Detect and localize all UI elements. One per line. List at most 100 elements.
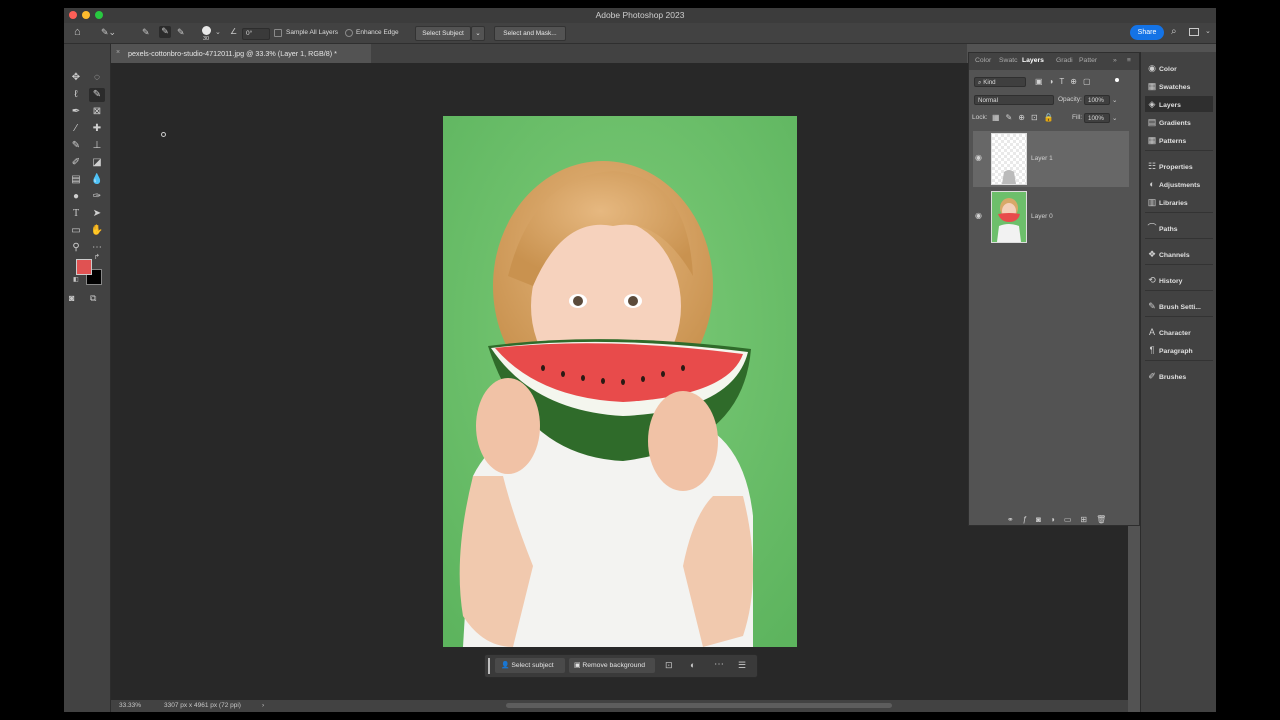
dock-item-layers[interactable]: ◈ Layers: [1145, 96, 1213, 112]
swap-colors-icon[interactable]: ↱: [94, 253, 100, 261]
fill-field[interactable]: 100%: [1084, 113, 1110, 123]
opacity-field[interactable]: 100%: [1084, 95, 1110, 105]
subtract-selection-brush-icon[interactable]: ✎: [177, 27, 185, 38]
zoom-level[interactable]: 33.33%: [119, 702, 141, 709]
foreground-color-swatch[interactable]: [76, 259, 92, 275]
share-button[interactable]: Share: [1130, 25, 1164, 40]
rectangle-tool-icon[interactable]: ▭: [68, 224, 84, 238]
spot-healing-tool-icon[interactable]: ✚: [89, 122, 105, 136]
status-chevron-icon[interactable]: ›: [262, 702, 264, 709]
filter-toggle-icon[interactable]: [1115, 78, 1119, 82]
dock-item-character[interactable]: A Character: [1145, 324, 1213, 340]
brush-tool-icon[interactable]: ✎: [68, 139, 84, 153]
dodge-tool-icon[interactable]: ●: [68, 190, 84, 204]
clone-stamp-tool-icon[interactable]: ⊥: [89, 139, 105, 153]
dock-item-libraries[interactable]: ▥ Libraries: [1145, 194, 1213, 210]
layer-1-name[interactable]: Layer 1: [1031, 155, 1053, 162]
workspace-icon[interactable]: [1189, 28, 1199, 36]
tab-swatches[interactable]: Swatc: [999, 57, 1018, 64]
remove-background-label: Remove background: [582, 662, 646, 669]
layer-actions-icons[interactable]: ⚭ƒ◙◑▭⊞🗑: [1007, 515, 1115, 524]
type-tool-icon[interactable]: T: [68, 207, 84, 221]
fill-chevron-icon[interactable]: ⌄: [1112, 114, 1117, 122]
zoom-tool-icon[interactable]: ⚲: [68, 241, 84, 255]
layer-0-thumbnail: [991, 191, 1027, 243]
more-options-icon[interactable]: ⋯: [714, 659, 724, 670]
dock-item-brush-settings[interactable]: ✎ Brush Setti...: [1145, 298, 1213, 314]
move-tool-icon[interactable]: ✥: [68, 71, 84, 85]
add-to-selection-brush-icon[interactable]: ✎: [159, 26, 171, 38]
new-selection-brush-icon[interactable]: ✎: [142, 27, 150, 38]
select-subject-dropdown[interactable]: ⌄: [471, 26, 485, 41]
screen-mode-icon[interactable]: ⧉: [90, 293, 96, 304]
elliptical-marquee-tool-icon[interactable]: ◌: [89, 71, 105, 85]
remove-background-button[interactable]: ▣ Remove background: [569, 658, 655, 673]
dock-item-gradients[interactable]: ▤ Gradients: [1145, 114, 1213, 130]
gradient-tool-icon[interactable]: ▤: [68, 173, 84, 187]
tab-gradients[interactable]: Gradi: [1056, 57, 1073, 64]
panel-dock: ◉ Color ▦ Swatches ◈ Layers ▤ Gradients ▦ Pat…: [1140, 52, 1216, 712]
brush-tip-icon[interactable]: [202, 26, 211, 35]
search-icon[interactable]: ⌕: [1171, 26, 1177, 37]
dock-item-brushes[interactable]: ✐ Brushes: [1145, 368, 1213, 384]
layer-filter-icons[interactable]: ▣◑T⊕▢: [1035, 77, 1097, 86]
home-icon[interactable]: ⌂: [74, 26, 81, 38]
document-tab[interactable]: × pexels-cottonbro-studio-4712011.jpg @ …: [111, 44, 371, 63]
default-colors-icon[interactable]: ◧: [73, 276, 79, 283]
layer-0-name[interactable]: Layer 0: [1031, 213, 1053, 220]
select-subject-button[interactable]: Select Subject: [415, 26, 471, 41]
frame-tool-icon[interactable]: ⊠: [89, 105, 105, 119]
tab-patterns[interactable]: Patter: [1079, 57, 1097, 64]
image-adjust-icon[interactable]: ⊡: [665, 660, 673, 671]
eyedropper-tool-icon[interactable]: ⁄: [68, 122, 84, 136]
layers-icon: ◈: [1148, 99, 1156, 109]
layer-row-layer-1[interactable]: ◉ Layer 1: [973, 131, 1129, 187]
color-wheel-icon: ◉: [1148, 63, 1156, 73]
select-and-mask-button[interactable]: Select and Mask...: [494, 26, 566, 41]
layer-row-layer-0[interactable]: ◉ Layer 0: [973, 189, 1129, 245]
angle-field[interactable]: 0°: [242, 28, 270, 40]
lasso-tool-icon[interactable]: ℓ: [68, 88, 84, 102]
dock-item-channels[interactable]: ❖ Channels: [1145, 246, 1213, 262]
brush-options-chevron-icon[interactable]: ⌄: [215, 28, 221, 36]
adjustment-circle-icon[interactable]: ◐: [690, 660, 695, 670]
dock-item-history[interactable]: ⟲ History: [1145, 272, 1213, 288]
dock-label: Channels: [1159, 252, 1190, 259]
lock-options-icons[interactable]: ▦✎⊕⊡🔒: [992, 113, 1060, 122]
hand-tool-icon[interactable]: ✋: [89, 224, 105, 238]
quick-selection-tool-icon[interactable]: ✎: [89, 88, 105, 102]
dock-item-properties[interactable]: ☷ Properties: [1145, 158, 1213, 174]
tab-layers[interactable]: Layers: [1022, 57, 1044, 64]
dock-item-adjustments[interactable]: ◐ Adjustments: [1145, 176, 1213, 192]
opacity-chevron-icon[interactable]: ⌄: [1112, 96, 1117, 104]
panel-menu-icon[interactable]: ≡: [1127, 57, 1131, 64]
quick-selection-preset-icon[interactable]: ✎⌄: [101, 27, 116, 38]
layer-filter-kind[interactable]: ⌕ Kind: [974, 77, 1026, 87]
dock-item-paths[interactable]: ⌒ Paths: [1145, 220, 1213, 236]
eraser-tool-icon[interactable]: ◪: [89, 156, 105, 170]
enhance-edge-checkbox[interactable]: [345, 29, 353, 37]
visibility-eye-icon[interactable]: ◉: [975, 153, 982, 162]
visibility-eye-icon[interactable]: ◉: [975, 211, 982, 220]
taskbar-drag-handle[interactable]: [488, 658, 490, 674]
panel-expand-icon[interactable]: »: [1113, 57, 1117, 64]
workspace-chevron-icon[interactable]: ⌄: [1205, 27, 1211, 35]
path-selection-tool-icon[interactable]: ➤: [89, 207, 105, 221]
tab-color[interactable]: Color: [975, 57, 991, 64]
taskbar-settings-icon[interactable]: ☰: [738, 660, 746, 671]
horizontal-scrollbar[interactable]: [506, 703, 892, 708]
history-brush-tool-icon[interactable]: ✐: [68, 156, 84, 170]
blur-tool-icon[interactable]: 💧: [89, 173, 105, 187]
close-tab-icon[interactable]: ×: [116, 49, 120, 56]
sample-all-layers-checkbox[interactable]: [274, 29, 282, 37]
dock-item-swatches[interactable]: ▦ Swatches: [1145, 78, 1213, 94]
select-subject-task-button[interactable]: 👤 Select subject: [495, 658, 565, 673]
dock-item-color[interactable]: ◉ Color: [1145, 60, 1213, 76]
quick-mask-icon[interactable]: ◙: [69, 293, 74, 303]
pen-tool-icon[interactable]: ✑: [89, 190, 105, 204]
dock-item-patterns[interactable]: ▦ Patterns: [1145, 132, 1213, 148]
blend-mode-select[interactable]: Normal: [974, 95, 1054, 105]
canvas-image[interactable]: [443, 116, 797, 647]
dock-item-paragraph[interactable]: ¶ Paragraph: [1145, 342, 1213, 358]
pen-nib-tool-icon[interactable]: ✒: [68, 105, 84, 119]
